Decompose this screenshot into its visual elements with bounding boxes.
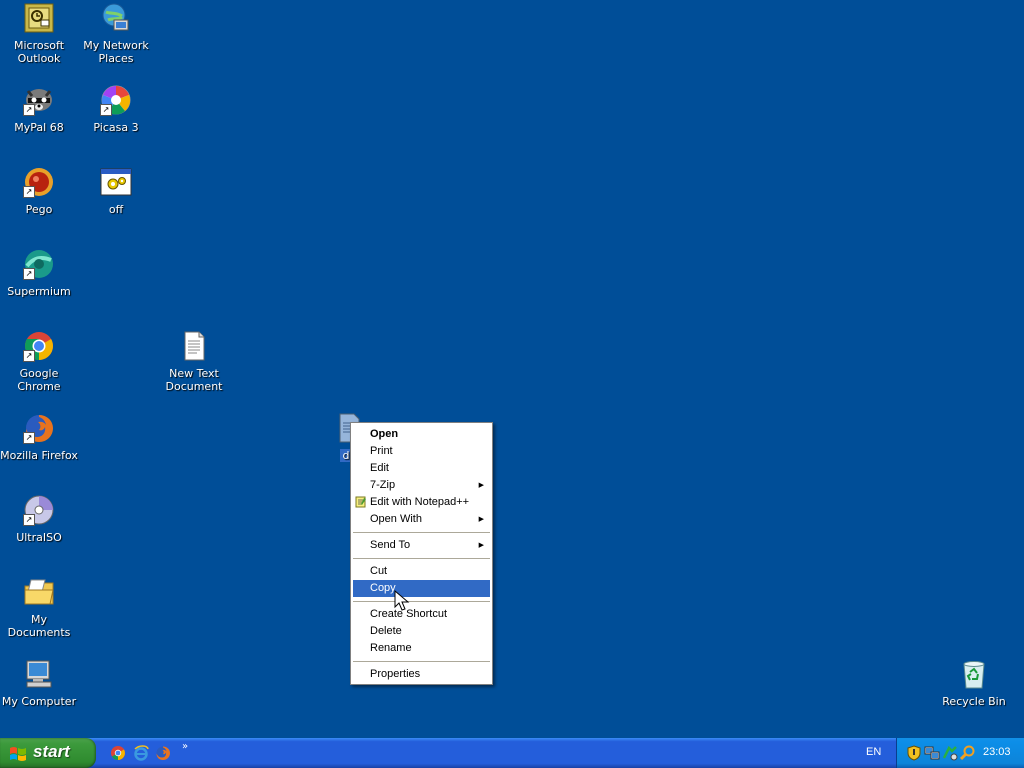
start-label: start: [33, 742, 70, 761]
menu-item-rename[interactable]: Rename: [353, 640, 490, 657]
search-magnifier-icon[interactable]: [960, 745, 976, 761]
menu-item-label: Edit with Notepad++: [370, 496, 470, 508]
menu-item-label: Open With: [370, 513, 422, 525]
menu-item-label: Send To: [370, 539, 411, 551]
shortcut-arrow-icon: ↗: [23, 514, 35, 526]
network-connection-icon[interactable]: [924, 745, 940, 761]
desktop-icon-recycle-bin[interactable]: Recycle Bin: [935, 658, 1013, 708]
chrome-icon: ↗: [23, 330, 55, 362]
desktop-icon-label: My Documents: [7, 613, 71, 639]
menu-item-7zip[interactable]: 7-Zip ▶: [353, 477, 490, 494]
desktop-icon-label: My Network Places: [83, 39, 149, 65]
menu-item-open-with[interactable]: Open With ▶: [353, 511, 490, 528]
menu-item-edit-with-notepadpp[interactable]: Edit with Notepad++: [353, 494, 490, 511]
desktop-icon-google-chrome[interactable]: ↗ Google Chrome: [0, 330, 78, 393]
submenu-arrow-icon: ▶: [478, 542, 484, 549]
menu-item-delete[interactable]: Delete: [353, 623, 490, 640]
desktop-icon-label: Supermium: [7, 285, 71, 298]
shortcut-arrow-icon: ↗: [23, 350, 35, 362]
outlook-icon: [23, 2, 55, 34]
menu-item-print[interactable]: Print: [353, 443, 490, 460]
shortcut-arrow-icon: ↗: [23, 268, 35, 280]
firefox-icon: ↗: [23, 412, 55, 444]
menu-separator: [353, 532, 490, 533]
mouse-pointer-icon: [394, 590, 410, 611]
desktop-icon-label: Picasa 3: [93, 121, 139, 134]
desktop-icon-picasa[interactable]: ↗ Picasa 3: [77, 84, 155, 134]
desktop[interactable]: Microsoft Outlook My Network Places ↗ My…: [0, 0, 1024, 738]
desktop-icon-new-text-document[interactable]: New Text Document: [155, 330, 233, 393]
menu-item-cut[interactable]: Cut: [353, 563, 490, 580]
safely-remove-hardware-icon[interactable]: [942, 745, 958, 761]
recycle-bin-icon: [958, 658, 990, 690]
network-places-icon: [100, 2, 132, 34]
desktop-icon-mypal[interactable]: ↗ MyPal 68: [0, 84, 78, 134]
batch-file-gear-icon: [100, 166, 132, 198]
desktop-icon-label: Recycle Bin: [942, 695, 1006, 708]
desktop-icon-mozilla-firefox[interactable]: ↗ Mozilla Firefox: [0, 412, 78, 462]
menu-item-copy[interactable]: Copy: [353, 580, 490, 597]
security-shield-icon[interactable]: [906, 745, 922, 761]
menu-item-edit[interactable]: Edit: [353, 460, 490, 477]
ultraiso-disc-icon: ↗: [23, 494, 55, 526]
chrome-icon[interactable]: [110, 745, 126, 761]
notepadpp-icon: [355, 496, 366, 508]
desktop-icon-my-documents[interactable]: My Documents: [0, 576, 78, 639]
desktop-icon-label: off: [108, 203, 124, 216]
internet-explorer-icon[interactable]: [133, 745, 149, 761]
clock[interactable]: 23:03: [983, 746, 1011, 758]
start-button[interactable]: start: [0, 738, 96, 768]
firefox-icon[interactable]: [155, 745, 171, 761]
language-indicator[interactable]: EN: [866, 746, 881, 758]
file-context-menu: Open Print Edit 7-Zip ▶ Edit with Notepa…: [350, 422, 493, 685]
menu-separator: [353, 661, 490, 662]
shortcut-arrow-icon: ↗: [23, 186, 35, 198]
mypal-raccoon-icon: ↗: [23, 84, 55, 116]
desktop-icon-off[interactable]: off: [77, 166, 155, 216]
desktop-icon-ultraiso[interactable]: ↗ UltraISO: [0, 494, 78, 544]
desktop-icon-label: Pego: [25, 203, 53, 216]
desktop-icon-pego[interactable]: ↗ Pego: [0, 166, 78, 216]
desktop-icon-my-network-places[interactable]: My Network Places: [77, 2, 155, 65]
submenu-arrow-icon: ▶: [478, 516, 484, 523]
desktop-icon-supermium[interactable]: ↗ Supermium: [0, 248, 78, 298]
menu-item-label: 7-Zip: [370, 479, 396, 491]
desktop-icon-label: Microsoft Outlook: [13, 39, 65, 65]
pego-icon: ↗: [23, 166, 55, 198]
text-document-icon: [178, 330, 210, 362]
supermium-icon: ↗: [23, 248, 55, 280]
desktop-icon-my-computer[interactable]: My Computer: [0, 658, 78, 708]
desktop-icon-label: My Computer: [1, 695, 77, 708]
desktop-icon-microsoft-outlook[interactable]: Microsoft Outlook: [0, 2, 78, 65]
desktop-icon-label: New Text Document: [165, 367, 223, 393]
menu-item-open[interactable]: Open: [353, 426, 490, 443]
my-documents-folder-icon: [23, 576, 55, 608]
desktop-icon-label: Mozilla Firefox: [0, 449, 78, 462]
menu-separator: [353, 601, 490, 602]
menu-item-send-to[interactable]: Send To ▶: [353, 537, 490, 554]
menu-item-properties[interactable]: Properties: [353, 666, 490, 683]
windows-flag-icon: [10, 747, 26, 761]
system-tray: 23:03: [896, 738, 1024, 768]
shortcut-arrow-icon: ↗: [23, 432, 35, 444]
picasa-icon: ↗: [100, 84, 132, 116]
desktop-icon-label: MyPal 68: [14, 121, 64, 134]
my-computer-icon: [23, 658, 55, 690]
shortcut-arrow-icon: ↗: [100, 104, 112, 116]
shortcut-arrow-icon: ↗: [23, 104, 35, 116]
taskbar: start » EN 23:03: [0, 738, 1024, 768]
menu-separator: [353, 558, 490, 559]
submenu-arrow-icon: ▶: [478, 482, 484, 489]
desktop-icon-label: UltraISO: [16, 531, 62, 544]
quick-launch-more-chevron[interactable]: »: [182, 741, 188, 752]
desktop-icon-label: Google Chrome: [17, 367, 61, 393]
menu-item-create-shortcut[interactable]: Create Shortcut: [353, 606, 490, 623]
